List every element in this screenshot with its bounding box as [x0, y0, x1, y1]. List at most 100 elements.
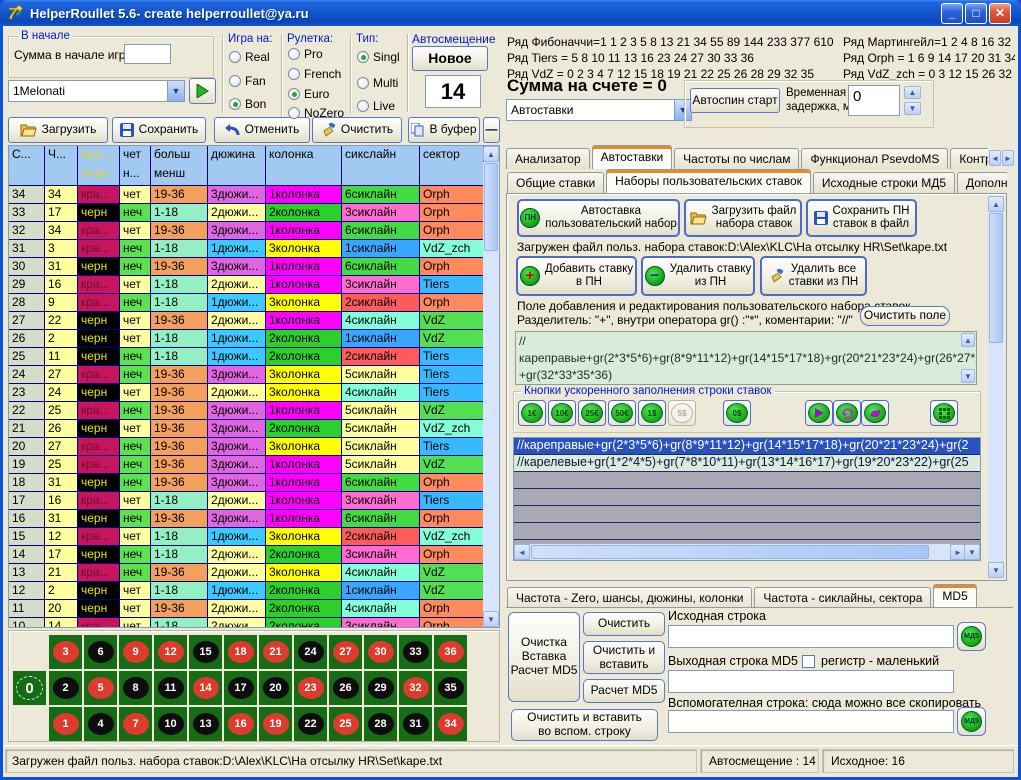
scroll-up-icon[interactable]: ▲: [988, 196, 1004, 212]
freq-tab-1[interactable]: Частота - Zero, шансы, дюжины, колонки: [507, 587, 752, 608]
scroll-thumb[interactable]: [531, 545, 929, 559]
delay-input[interactable]: 0: [848, 85, 900, 116]
clear-button[interactable]: Очистить: [312, 117, 402, 143]
radio-live[interactable]: Live: [357, 99, 395, 113]
roulette-number-cell[interactable]: 30: [364, 635, 397, 669]
panel-scrollbar[interactable]: ▲ ▼: [988, 196, 1004, 578]
list-empty-row[interactable]: [514, 506, 980, 523]
roulette-number-cell[interactable]: 27: [329, 635, 362, 669]
md5-clear-paste-aux-button[interactable]: Очистить и вставить во вспом. строку: [511, 709, 658, 741]
roulette-number-cell[interactable]: 2: [49, 671, 82, 705]
roulette-number-cell[interactable]: 19: [259, 707, 292, 741]
case-checkbox[interactable]: [802, 655, 815, 668]
md5-calc-button[interactable]: Расчет MD5: [583, 679, 665, 703]
bet-sets-list[interactable]: //кареправые+gr(2*3*5*6)+gr(8*9*11*12)+g…: [513, 437, 981, 561]
md5-aux-input[interactable]: [668, 710, 954, 733]
radio-multi[interactable]: Multi: [357, 76, 398, 90]
roulette-number-cell[interactable]: 6: [84, 635, 117, 669]
remove-bet-button[interactable]: − Удалить ставку из ПН: [641, 256, 755, 296]
roulette-number-cell[interactable]: 13: [189, 707, 222, 741]
tab-scroll-left-icon[interactable]: ◄: [989, 150, 1001, 166]
collapse-button[interactable]: —: [483, 117, 500, 143]
md5-block-button[interactable]: Очистка Вставка Расчет MD5: [508, 612, 580, 702]
roulette-number-cell[interactable]: 11: [154, 671, 187, 705]
scroll-up-icon[interactable]: ▲: [961, 333, 975, 347]
history-header-cell[interactable]: колонка: [266, 146, 342, 185]
list-h-scrollbar[interactable]: ◄ ►: [514, 544, 966, 560]
scroll-down-icon[interactable]: ▼: [483, 611, 499, 627]
sub-tab-3[interactable]: Исходные строки МД5: [813, 172, 955, 193]
close-button[interactable]: ✕: [989, 3, 1011, 24]
list-empty-row[interactable]: [514, 472, 980, 489]
md5-copy-button[interactable]: МД5: [957, 707, 986, 736]
start-sum-input[interactable]: [124, 44, 171, 64]
scroll-thumb[interactable]: [989, 213, 1003, 343]
roulette-number-cell[interactable]: 14: [189, 671, 222, 705]
chip-button[interactable]: 25€: [578, 400, 606, 426]
roulette-number-cell[interactable]: 29: [364, 671, 397, 705]
sub-tab-1[interactable]: Общие ставки: [507, 172, 604, 193]
list-empty-row[interactable]: [514, 489, 980, 506]
chip-button[interactable]: 0$: [723, 400, 751, 426]
scroll-down-icon[interactable]: ▼: [961, 369, 975, 383]
list-empty-row[interactable]: [514, 523, 980, 540]
copy-buffer-button[interactable]: В буфер: [408, 117, 480, 143]
chip-grid-button[interactable]: [930, 400, 958, 426]
history-header-cell[interactable]: Кра...Черн: [78, 146, 120, 185]
chip-play-button[interactable]: [805, 400, 833, 426]
roulette-number-cell[interactable]: 12: [154, 635, 187, 669]
radio-singl[interactable]: Singl: [357, 50, 400, 64]
scroll-up-icon[interactable]: ▲: [483, 146, 499, 162]
radio-fan[interactable]: Fan: [229, 74, 266, 88]
play-button[interactable]: [189, 78, 216, 104]
resize-grip[interactable]: [1004, 760, 1014, 770]
save-button[interactable]: Сохранить: [112, 117, 206, 143]
roulette-number-cell[interactable]: 3: [49, 635, 82, 669]
chevron-down-icon[interactable]: ▼: [167, 81, 184, 101]
roulette-number-cell[interactable]: 25: [329, 707, 362, 741]
roulette-number-cell[interactable]: 21: [259, 635, 292, 669]
radio-real[interactable]: Real: [229, 50, 270, 64]
maximize-button[interactable]: □: [965, 3, 987, 24]
main-tab-3[interactable]: Частоты по числам: [674, 148, 799, 169]
roulette-number-cell[interactable]: 18: [224, 635, 257, 669]
roulette-number-cell[interactable]: 17: [224, 671, 257, 705]
roulette-number-cell[interactable]: 16: [224, 707, 257, 741]
preset-combo[interactable]: 1Melonati ▼: [8, 80, 185, 102]
roulette-number-cell[interactable]: 20: [259, 671, 292, 705]
roulette-number-cell[interactable]: 1: [49, 707, 82, 741]
roulette-zero-cell[interactable]: 0: [13, 671, 46, 705]
load-set-file-button[interactable]: Загрузить файл набора ставок: [684, 199, 802, 237]
add-bet-button[interactable]: + Добавить ставку в ПН: [516, 256, 637, 296]
history-header-cell[interactable]: С...: [9, 146, 45, 185]
chip-repeat-button[interactable]: [833, 400, 861, 426]
load-button[interactable]: Загрузить: [8, 117, 108, 143]
undo-button[interactable]: Отменить: [214, 117, 310, 143]
history-header-cell[interactable]: дюжина: [208, 146, 266, 185]
roulette-number-cell[interactable]: 9: [119, 635, 152, 669]
md5-clear-paste-button[interactable]: Очистить и вставить: [583, 641, 665, 674]
roulette-number-cell[interactable]: 22: [294, 707, 327, 741]
roulette-number-cell[interactable]: 28: [364, 707, 397, 741]
new-button[interactable]: Новое: [412, 46, 488, 71]
scroll-left-icon[interactable]: ◄: [514, 544, 530, 560]
clear-field-button[interactable]: Очистить поле: [860, 306, 950, 326]
mode-combo[interactable]: Автоставки ▼: [506, 99, 692, 121]
chip-button[interactable]: 50€: [608, 400, 636, 426]
roulette-number-cell[interactable]: 35: [434, 671, 467, 705]
roulette-number-cell[interactable]: 31: [399, 707, 432, 741]
autospin-button[interactable]: Автоспин старт: [690, 88, 780, 113]
md5-run-button[interactable]: МД5: [957, 622, 986, 651]
roulette-number-cell[interactable]: 8: [119, 671, 152, 705]
sub-tab-4[interactable]: Дополнительные: [957, 172, 1007, 193]
title-bar[interactable]: 7 HelperRoullet 5.6- create helperroulle…: [0, 0, 1021, 26]
history-header-cell[interactable]: сикслайн: [342, 146, 420, 185]
sub-tab-2[interactable]: Наборы пользовательских ставок: [606, 169, 811, 193]
list-item[interactable]: //кареправые+gr(2*3*5*6)+gr(8*9*11*12)+g…: [514, 438, 980, 455]
spin-up-icon[interactable]: ▲: [904, 86, 921, 99]
history-header-cell[interactable]: Ч...: [45, 146, 78, 185]
main-tab-4[interactable]: Функционал PsevdoMS: [801, 148, 948, 169]
roulette-number-cell[interactable]: 23: [294, 671, 327, 705]
main-tab-2[interactable]: Автоставки: [592, 145, 673, 169]
scroll-down-icon[interactable]: ▼: [988, 562, 1004, 578]
